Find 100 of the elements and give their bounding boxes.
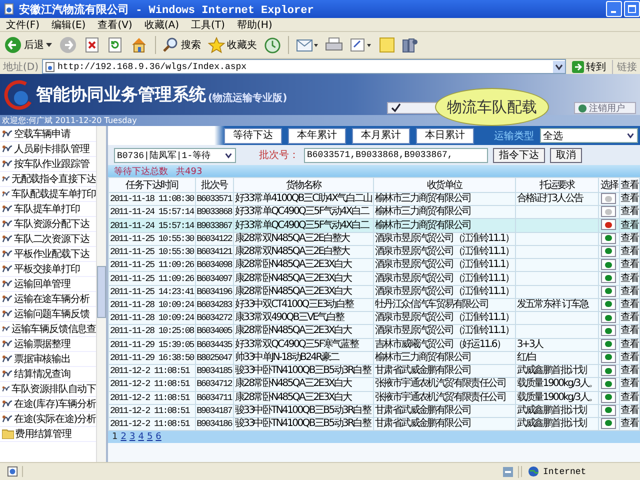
transport-type-label: 运输类型 (494, 130, 534, 142)
table-cell: 榆林市三力商贸有限公司 (373, 351, 516, 365)
table-cell: B6034121 (195, 245, 234, 259)
table-cell: 酒泉市昱原汽贸公司（江淮铃11.1） (373, 272, 516, 286)
menu-item[interactable]: 编辑(E) (52, 18, 86, 32)
table-cell: 2011-11-28 10:09:24 (108, 312, 196, 325)
table-cell: B6034712 (195, 378, 234, 392)
table-cell: 康28常卧N485QA三2E3X白大 (233, 378, 374, 392)
menu-item[interactable]: 文件(F) (6, 18, 40, 32)
go-button[interactable]: 转到 (569, 60, 609, 74)
page-link[interactable]: 5 (146, 432, 153, 442)
back-button[interactable]: 后退 (4, 36, 52, 54)
table-cell: 2011-11-18 11:08:30 (108, 192, 196, 206)
edition-label: (物流运输专业版) (208, 91, 288, 105)
view-link[interactable]: 查看 (620, 298, 638, 310)
dispatcher-select[interactable]: B0736|陆凤军|1-等待 (114, 148, 236, 162)
table-cell: 2011-12-2 11:08:51 (108, 378, 196, 392)
view-link[interactable]: 查看 (620, 232, 638, 244)
view-link[interactable]: 查看 (620, 378, 638, 390)
table-cell: 好33常单4100QB三C助4X气白二山 (233, 192, 374, 206)
table-cell: B9034186 (195, 417, 234, 431)
filter-button[interactable]: 本年累计 (288, 128, 346, 144)
filter-button[interactable]: 等待下达 (224, 128, 282, 144)
view-link[interactable]: 查看 (620, 418, 638, 430)
logout-button[interactable]: 注销用户 (574, 102, 636, 114)
table-cell: 酒泉市昱原汽贸公司（江淮铃11.1） (373, 285, 516, 298)
search-button[interactable]: 搜索 (163, 37, 201, 53)
table-cell: 酒泉市昱原汽贸公司（江淮铃11.1） (373, 232, 516, 246)
view-link[interactable]: 查看 (620, 392, 638, 403)
menu-item[interactable]: 查看(V) (98, 18, 132, 32)
table-cell: B6034005 (195, 324, 234, 338)
view-link[interactable]: 查看 (620, 246, 638, 258)
batch-field[interactable]: B6033571,B9033868,B9033867, (304, 148, 488, 162)
page-link[interactable]: 6 (156, 432, 162, 442)
favorites-button[interactable]: 收藏夹 (208, 36, 257, 54)
table-cell: 好33常单QC490Q三5F气动4X白二 (233, 206, 374, 219)
table-cell: 酒泉市昱原汽贸公司（江淮铃11.1） (373, 258, 516, 272)
table-cell: 榆林市三力商贸有限公司 (373, 206, 516, 219)
table-cell: 好33中双CT4100Q三E3动白整 (233, 298, 374, 312)
table-cell: 牡丹江众信汽车贸易有限公司 (373, 298, 516, 312)
page-link[interactable]: 3 (129, 432, 136, 442)
table-cell: 2011-12-2 11:08:51 (108, 364, 196, 378)
callout-label: 物流车队配载 (435, 88, 549, 126)
view-link[interactable]: 查看 (620, 272, 638, 284)
view-link[interactable]: 查看 (620, 206, 638, 218)
view-link[interactable]: 查看 (620, 286, 638, 297)
page-link[interactable]: 2 (120, 432, 126, 442)
page-link[interactable]: 4 (138, 432, 144, 442)
table-cell: B9033868 (195, 206, 234, 219)
action-button[interactable]: 指令下达 (493, 148, 545, 162)
transport-type-select[interactable]: 全选 (540, 128, 638, 143)
table-cell: 甘肃省武威金鹏有限公司 (373, 417, 516, 431)
table-cell: 好33常单QC490Q三5F气动4X白二 (233, 218, 374, 232)
table-cell: 康28常双N485QA三2E白整大 (233, 232, 374, 246)
table-cell: B6034122 (195, 232, 234, 246)
table-cell: 榆林市三力商贸有限公司 (373, 192, 516, 206)
address-field[interactable]: http://192.168.9.36/wlgs/Index.aspx (42, 59, 566, 74)
view-link[interactable]: 查看 (620, 193, 638, 204)
table-cell: 2011-11-29 15:39:05 (108, 338, 196, 352)
batch-label: 批次号： (259, 148, 299, 162)
table-cell: 2011-11-28 10:25:08 (108, 324, 196, 338)
sidebar-folder[interactable]: 费用结算管理 (0, 427, 96, 442)
view-link[interactable]: 查看 (620, 338, 638, 350)
view-link[interactable]: 查看 (620, 404, 638, 416)
action-button[interactable]: 取消 (550, 148, 582, 162)
table-cell: 2011-12-2 11:08:51 (108, 417, 196, 431)
table-cell: 酒泉市昱原汽贸公司（江淮铃11.1） (373, 324, 516, 338)
table-cell: 骏33中卧TN4100QB三B5动3R白整 (233, 417, 374, 431)
page-link[interactable]: 1 (112, 432, 118, 442)
table-cell: 帅33中单JN-18动B24R豪二 (233, 351, 374, 365)
table-cell: 2011-11-25 11:09:26 (108, 272, 196, 286)
table-cell: 2011-11-28 10:09:24 (108, 298, 196, 312)
column-header: 查看 (619, 178, 640, 192)
filter-button[interactable]: 本月累计 (352, 128, 410, 144)
table-cell: B6034435 (195, 338, 234, 352)
table-cell: 张掖市宇通农机汽贸有限责任公司 (373, 378, 516, 392)
table-cell: 武威鑫鹏首批计划 (515, 364, 599, 378)
table-cell: 酒泉市昱原汽贸公司（江淮铃11.1） (373, 245, 516, 259)
table-cell: 合格证打3人公告 (515, 192, 599, 206)
table-cell: 2011-11-25 11:09:26 (108, 258, 196, 272)
view-link[interactable]: 查看 (620, 312, 638, 324)
view-link[interactable]: 查看 (620, 259, 638, 270)
view-link[interactable]: 查看 (620, 325, 638, 336)
table-cell: B9034185 (195, 364, 234, 378)
table-cell: 红/白 (515, 351, 599, 365)
table-cell: 载质量1900kg/3人。 (515, 378, 599, 392)
view-link[interactable]: 查看 (620, 352, 638, 363)
menu-item[interactable]: 收藏(A) (144, 18, 179, 32)
table-cell: B9034187 (195, 404, 234, 418)
window-title: 安徽江汽物流有限公司 - Windows Internet Explorer (19, 2, 315, 16)
table-cell: B6034098 (195, 258, 234, 272)
table-cell: 康28常卧N485QA三2E3X白大 (233, 391, 374, 404)
table-cell: 康28常卧N485QA三2E3X白大 (233, 324, 374, 338)
summary-label: 等待下达总数 (114, 166, 168, 178)
menu-item[interactable]: 工具(T) (191, 18, 225, 32)
view-link[interactable]: 查看 (620, 220, 638, 231)
menu-item[interactable]: 帮助(H) (236, 18, 272, 32)
table-cell: B6034097 (195, 272, 234, 286)
view-link[interactable]: 查看 (620, 365, 638, 376)
filter-button[interactable]: 本日累计 (416, 128, 474, 144)
